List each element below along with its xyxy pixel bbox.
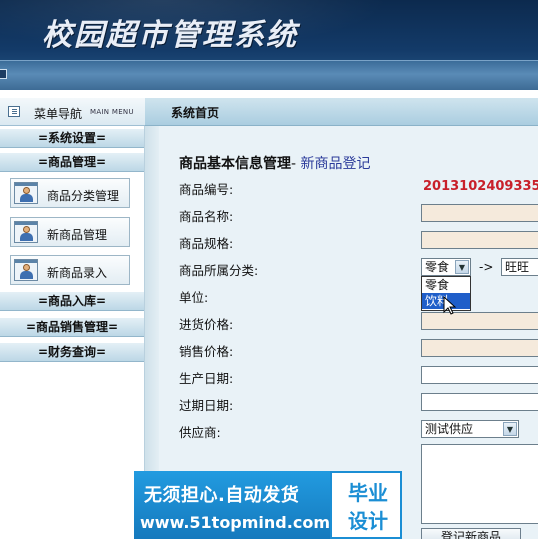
purchase-price-input[interactable] [421,312,538,330]
expiry-date-input[interactable] [421,393,538,411]
user-icon [14,182,38,204]
breadcrumb: 系统首页 [145,98,538,126]
sidebar-section-sales-management[interactable]: =商品销售管理= [0,317,144,337]
subcategory-select[interactable]: 旺旺小 [501,258,538,276]
form-subtitle: 新商品登记 [300,156,371,172]
unit-label: 单位: [179,290,209,305]
supplier-select-value: 测试供应 [425,422,474,436]
user-icon [14,221,38,243]
sidebar-item-label: 新商品管理 [47,228,108,242]
breadcrumb-current[interactable]: 系统首页 [171,104,219,121]
watermark-url: www.51topmind.com [140,513,330,532]
category-arrow: -> [479,260,494,274]
subcategory-select-value: 旺旺小 [505,260,530,274]
supplier-label: 供应商: [179,425,221,440]
sn-label: 商品编号: [179,182,234,197]
name-label: 商品名称: [179,209,234,224]
chevron-down-icon[interactable]: ▼ [455,260,469,274]
sidebar-item-new-goods-entry[interactable]: 新商品录入 [10,255,130,285]
form-title: 商品基本信息管理- 新商品登记 [179,153,371,173]
sidebar-section-system-settings[interactable]: =系统设置= [0,128,144,148]
watermark-slogan: 无须担心.自动发货 [144,485,300,506]
register-goods-button[interactable]: 登记新商品 [421,528,521,539]
sidebar-section-goods-inbound[interactable]: =商品入库= [0,291,144,311]
mouse-cursor-icon [443,296,457,315]
purchase-price-label: 进货价格: [179,317,234,332]
sidebar-item-category-management[interactable]: 商品分类管理 [10,178,130,208]
header-gap [0,90,538,98]
production-date-label: 生产日期: [179,371,234,386]
watermark-badge: 毕业 设计 [332,473,400,537]
expiry-date-label: 过期日期: [179,398,234,413]
category-option-snacks[interactable]: 零食 [422,277,470,293]
supplier-select[interactable]: 测试供应 ▼ [421,420,519,438]
sidebar-item-new-goods-management[interactable]: 新商品管理 [10,217,130,247]
watermark-left: 无须担心.自动发货 www.51topmind.com [134,471,330,539]
window-icon[interactable] [0,69,7,79]
sn-value: 20131024093358 [423,179,538,194]
app-header: 校园超市管理系统 [0,0,538,90]
menu-nav-header: 菜单导航 MAIN MENU [0,98,145,126]
description-textarea[interactable] [421,444,538,524]
category-select-value: 零食 [425,260,450,274]
menu-list-icon [8,106,20,117]
watermark-badge-line2: 设计 [348,509,388,533]
form-title-main: 商品基本信息管理 [179,156,291,172]
menu-nav-label: 菜单导航 [34,107,83,121]
sidebar-section-finance-query[interactable]: =财务查询= [0,342,144,362]
category-label: 商品所属分类: [179,263,259,278]
name-input[interactable] [421,204,538,222]
app-title: 校园超市管理系统 [42,18,298,53]
sidebar: =系统设置= =商品管理= 商品分类管理 新商品管理 新商品录入 =商品入库= … [0,126,145,539]
sale-price-input[interactable] [421,339,538,357]
category-select[interactable]: 零食 ▼ [421,258,471,276]
production-date-input[interactable] [421,366,538,384]
watermark-banner: 无须担心.自动发货 www.51topmind.com 毕业 设计 [134,471,402,539]
user-icon [14,259,38,281]
sidebar-item-label: 商品分类管理 [47,189,120,203]
spec-input[interactable] [421,231,538,249]
header-band [0,60,538,90]
form-title-separator: - [291,156,301,172]
sale-price-label: 销售价格: [179,344,234,359]
sidebar-item-label: 新商品录入 [47,266,108,280]
menu-nav-label-en: MAIN MENU [90,108,134,116]
chevron-down-icon[interactable]: ▼ [503,422,517,436]
watermark-badge-line1: 毕业 [348,481,388,505]
sidebar-section-goods-management[interactable]: =商品管理= [0,152,144,172]
spec-label: 商品规格: [179,236,234,251]
